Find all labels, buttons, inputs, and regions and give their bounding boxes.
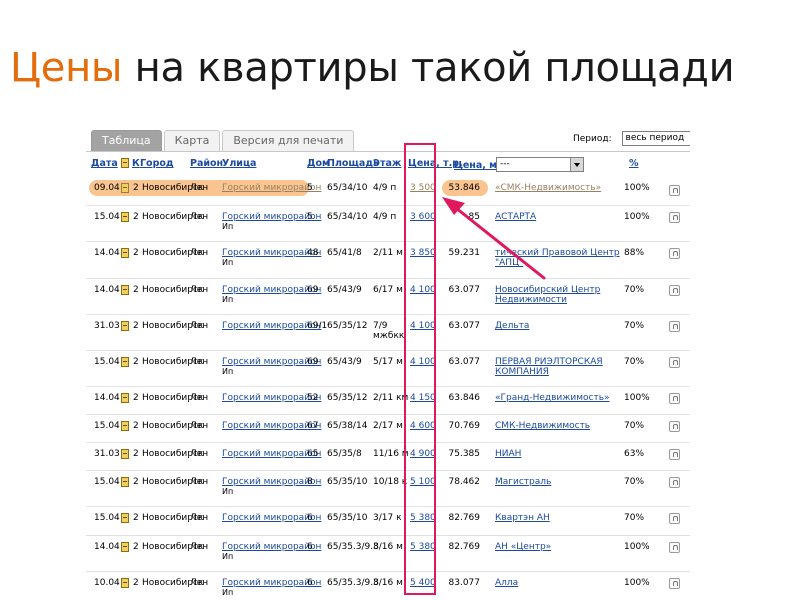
annotation-arrow <box>442 197 546 280</box>
